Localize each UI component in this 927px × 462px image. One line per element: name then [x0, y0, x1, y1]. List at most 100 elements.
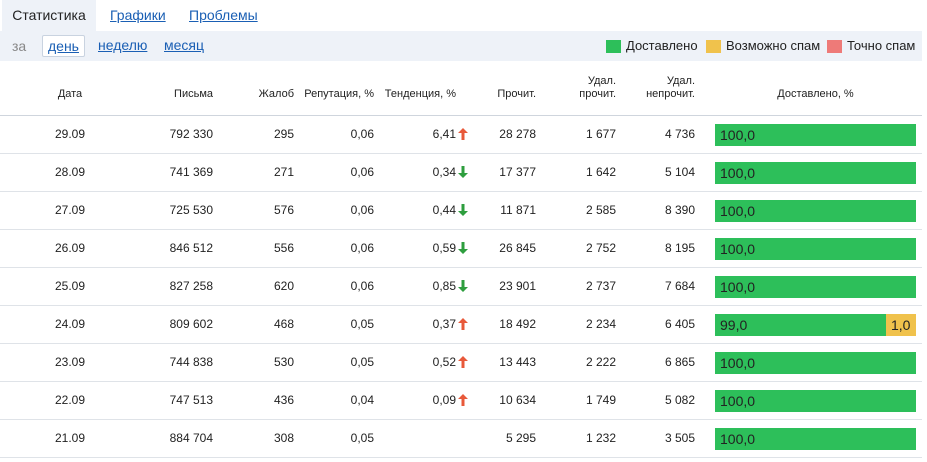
cell-deleted-unread: 6 865 [664, 355, 695, 369]
delivered-bar-segment: 100,0 [715, 124, 916, 146]
cell-deleted-unread: 5 082 [664, 393, 695, 407]
cell-reputation: 0,04 [350, 393, 374, 407]
tab-problems[interactable]: Проблемы [189, 0, 258, 31]
maybe-spam-bar-segment: 1,0 [886, 314, 916, 336]
cell-read: 5 295 [505, 431, 536, 445]
cell-reputation: 0,05 [350, 431, 374, 445]
period-day-button[interactable]: день [42, 35, 85, 57]
tab-charts[interactable]: Графики [110, 0, 166, 31]
legend-swatch-delivered [606, 40, 621, 53]
trend-up-arrow-icon [458, 128, 468, 140]
cell-deleted-unread: 4 736 [664, 127, 695, 141]
cell-reputation: 0,06 [350, 203, 374, 217]
legend-swatch-spam [827, 40, 842, 53]
column-header-letters[interactable]: Письма [140, 88, 213, 101]
cell-deleted-unread: 8 195 [664, 241, 695, 255]
column-header-date[interactable]: Дата [40, 88, 100, 101]
cell-trend-value: 6,41 [432, 127, 456, 141]
column-header-trend[interactable]: Тенденция, % [380, 88, 456, 101]
column-header-reputation[interactable]: Репутация, % [296, 88, 374, 101]
cell-deleted-read: 1 677 [585, 127, 616, 141]
cell-deleted-unread: 3 505 [664, 431, 695, 445]
cell-deleted-read: 2 752 [585, 241, 616, 255]
legend-label-maybe-spam: Возможно спам [726, 38, 821, 53]
cell-read: 28 278 [499, 127, 536, 141]
cell-letters: 846 512 [169, 241, 213, 255]
cell-letters: 747 513 [169, 393, 213, 407]
cell-read: 17 377 [499, 165, 536, 179]
delivered-bar: 100,0 [715, 276, 916, 298]
cell-complaints: 556 [273, 241, 294, 255]
column-header-delivered[interactable]: Доставлено, % [715, 88, 916, 101]
delivered-bar: 99,0 1,0 [715, 314, 916, 336]
period-toolbar: за день неделю месяц Доставлено Возможно… [0, 31, 922, 61]
cell-deleted-read: 2 585 [585, 203, 616, 217]
trend-down-arrow-icon [458, 166, 468, 178]
delivered-bar-segment: 100,0 [715, 238, 916, 260]
cell-trend-value: 0,37 [432, 317, 456, 331]
column-header-deleted-read-line2: прочит. [579, 88, 616, 100]
cell-complaints: 576 [273, 203, 294, 217]
cell-trend: 0,34 [380, 154, 468, 191]
cell-trend: 0,09 [380, 382, 468, 419]
cell-date: 28.09 [54, 165, 86, 179]
delivered-bar-segment: 100,0 [715, 200, 916, 222]
legend-swatch-maybe-spam [706, 40, 721, 53]
table-row: 29.09 792 330 295 0,06 28 278 1 677 4 736 6,41 1… [0, 116, 922, 154]
cell-read: 26 845 [499, 241, 536, 255]
cell-trend-value: 0,59 [432, 241, 456, 255]
trend-down-arrow-icon [458, 280, 468, 292]
period-week-button[interactable]: неделю [98, 35, 147, 57]
cell-deleted-unread: 5 104 [664, 165, 695, 179]
cell-complaints: 271 [273, 165, 294, 179]
cell-date: 27.09 [54, 203, 86, 217]
trend-up-arrow-icon [458, 356, 468, 368]
cell-deleted-read: 1 749 [585, 393, 616, 407]
cell-trend-value: 0,34 [432, 165, 456, 179]
cell-date: 24.09 [54, 317, 86, 331]
period-label: за [12, 38, 27, 54]
tab-statistics[interactable]: Статистика [2, 0, 96, 31]
cell-trend: 0,59 [380, 230, 468, 267]
cell-read: 13 443 [499, 355, 536, 369]
tab-bar: Статистика Графики Проблемы [0, 0, 927, 31]
period-month-button[interactable]: месяц [164, 35, 204, 57]
column-header-deleted-read[interactable]: Удал. прочит. [550, 75, 616, 101]
cell-deleted-read: 2 222 [585, 355, 616, 369]
column-header-deleted-unread[interactable]: Удал. непрочит. [625, 75, 695, 101]
cell-complaints: 436 [273, 393, 294, 407]
cell-reputation: 0,05 [350, 317, 374, 331]
delivered-bar: 100,0 [715, 162, 916, 184]
cell-read: 11 871 [500, 203, 536, 217]
cell-letters: 827 258 [169, 279, 213, 293]
column-header-read[interactable]: Прочит. [470, 88, 536, 101]
cell-date: 21.09 [54, 431, 86, 445]
cell-deleted-unread: 6 405 [664, 317, 695, 331]
delivered-bar: 100,0 [715, 200, 916, 222]
column-header-complaints[interactable]: Жалоб [240, 88, 294, 101]
cell-trend-value: 0,85 [432, 279, 456, 293]
cell-trend-value: 0,44 [432, 203, 456, 217]
cell-reputation: 0,06 [350, 241, 374, 255]
cell-reputation: 0,06 [350, 127, 374, 141]
delivered-bar: 100,0 [715, 124, 916, 146]
cell-read: 23 901 [499, 279, 536, 293]
cell-deleted-read: 1 642 [585, 165, 616, 179]
delivered-bar-segment: 100,0 [715, 276, 916, 298]
cell-complaints: 530 [273, 355, 294, 369]
cell-letters: 725 530 [169, 203, 213, 217]
table-row: 25.09 827 258 620 0,06 23 901 2 737 7 684 0,85 1… [0, 268, 922, 306]
cell-reputation: 0,06 [350, 279, 374, 293]
delivered-bar-segment: 100,0 [715, 352, 916, 374]
legend-label-spam: Точно спам [847, 38, 916, 53]
delivered-bar-segment: 100,0 [715, 390, 916, 412]
cell-complaints: 468 [273, 317, 294, 331]
cell-reputation: 0,06 [350, 165, 374, 179]
cell-read: 18 492 [499, 317, 536, 331]
cell-date: 25.09 [54, 279, 86, 293]
cell-deleted-read: 2 737 [585, 279, 616, 293]
cell-letters: 744 838 [169, 355, 213, 369]
legend-label-delivered: Доставлено [626, 38, 698, 53]
trend-up-arrow-icon [458, 394, 468, 406]
table-row: 22.09 747 513 436 0,04 10 634 1 749 5 082 0,09 1… [0, 382, 922, 420]
